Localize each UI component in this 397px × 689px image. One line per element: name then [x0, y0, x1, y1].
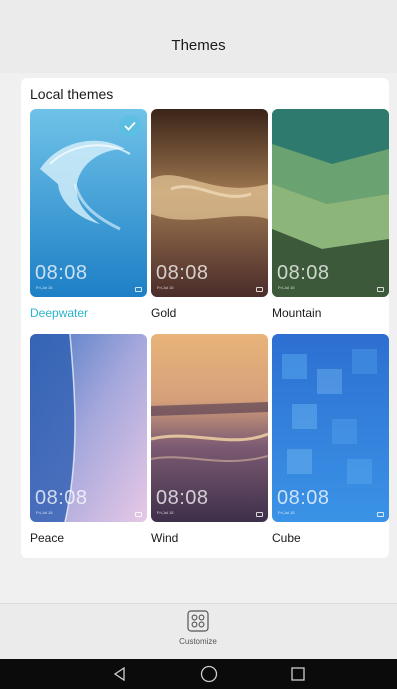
preview-date: Fri,Jul 15 — [157, 510, 174, 515]
back-button[interactable] — [100, 659, 140, 689]
preview-clock: 08:08 — [277, 262, 330, 284]
preview-clock: 08:08 — [156, 487, 209, 509]
preview-clock: 08:08 — [35, 487, 88, 509]
selected-check-icon — [119, 115, 141, 137]
preview-date: Fri,Jul 15 — [157, 285, 174, 290]
recents-square-icon — [291, 667, 305, 681]
camera-icon — [377, 512, 384, 517]
preview-clock: 08:08 — [156, 262, 209, 284]
theme-thumbnail: 08:08 Fri,Jul 15 — [151, 334, 268, 522]
customize-grid-icon — [187, 610, 209, 632]
bottom-bar: Customize — [0, 603, 397, 659]
page-title: Themes — [171, 37, 226, 54]
camera-icon — [256, 512, 263, 517]
preview-date: Fri,Jul 15 — [278, 285, 295, 290]
preview-clock: 08:08 — [35, 262, 88, 284]
customize-label: Customize — [179, 637, 217, 646]
preview-date: Fri,Jul 15 — [278, 510, 295, 515]
theme-name: Deepwater — [30, 306, 89, 320]
theme-name: Mountain — [272, 306, 322, 320]
camera-icon — [377, 287, 384, 292]
title-bar: Themes — [0, 0, 397, 73]
home-circle-icon — [200, 665, 218, 683]
theme-name: Cube — [272, 531, 301, 545]
theme-thumbnail: 08:08 Fri,Jul 15 — [151, 109, 268, 297]
preview-date: Fri,Jul 15 — [36, 510, 53, 515]
home-button[interactable] — [189, 659, 229, 689]
preview-clock: 08:08 — [277, 487, 330, 509]
theme-name: Wind — [151, 531, 179, 545]
theme-thumbnail: 08:08 Fri,Jul 15 — [30, 334, 147, 522]
system-nav-bar — [0, 659, 397, 689]
local-themes-card: Local themes 08:08 Fri,Jul 15 Deepwater … — [21, 78, 389, 558]
theme-name: Peace — [30, 531, 65, 545]
theme-thumbnail: 08:08 Fri,Jul 15 — [272, 334, 389, 522]
preview-date: Fri,Jul 15 — [36, 285, 53, 290]
theme-cube[interactable]: 08:08 Fri,Jul 15 Cube — [272, 334, 389, 545]
back-triangle-icon — [113, 666, 125, 682]
theme-gold[interactable]: 08:08 Fri,Jul 15 Gold — [151, 109, 268, 320]
section-title: Local themes — [30, 86, 114, 102]
camera-icon — [135, 287, 142, 292]
theme-name: Gold — [151, 306, 177, 320]
theme-peace[interactable]: 08:08 Fri,Jul 15 Peace — [30, 334, 147, 545]
recents-button[interactable] — [278, 659, 318, 689]
camera-icon — [256, 287, 263, 292]
customize-button[interactable]: Customize — [168, 610, 228, 658]
theme-deepwater[interactable]: 08:08 Fri,Jul 15 Deepwater — [30, 109, 147, 320]
theme-thumbnail: 08:08 Fri,Jul 15 — [30, 109, 147, 297]
theme-wind[interactable]: 08:08 Fri,Jul 15 Wind — [151, 334, 268, 545]
camera-icon — [135, 512, 142, 517]
theme-thumbnail: 08:08 Fri,Jul 15 — [272, 109, 389, 297]
theme-mountain[interactable]: 08:08 Fri,Jul 15 Mountain — [272, 109, 389, 320]
